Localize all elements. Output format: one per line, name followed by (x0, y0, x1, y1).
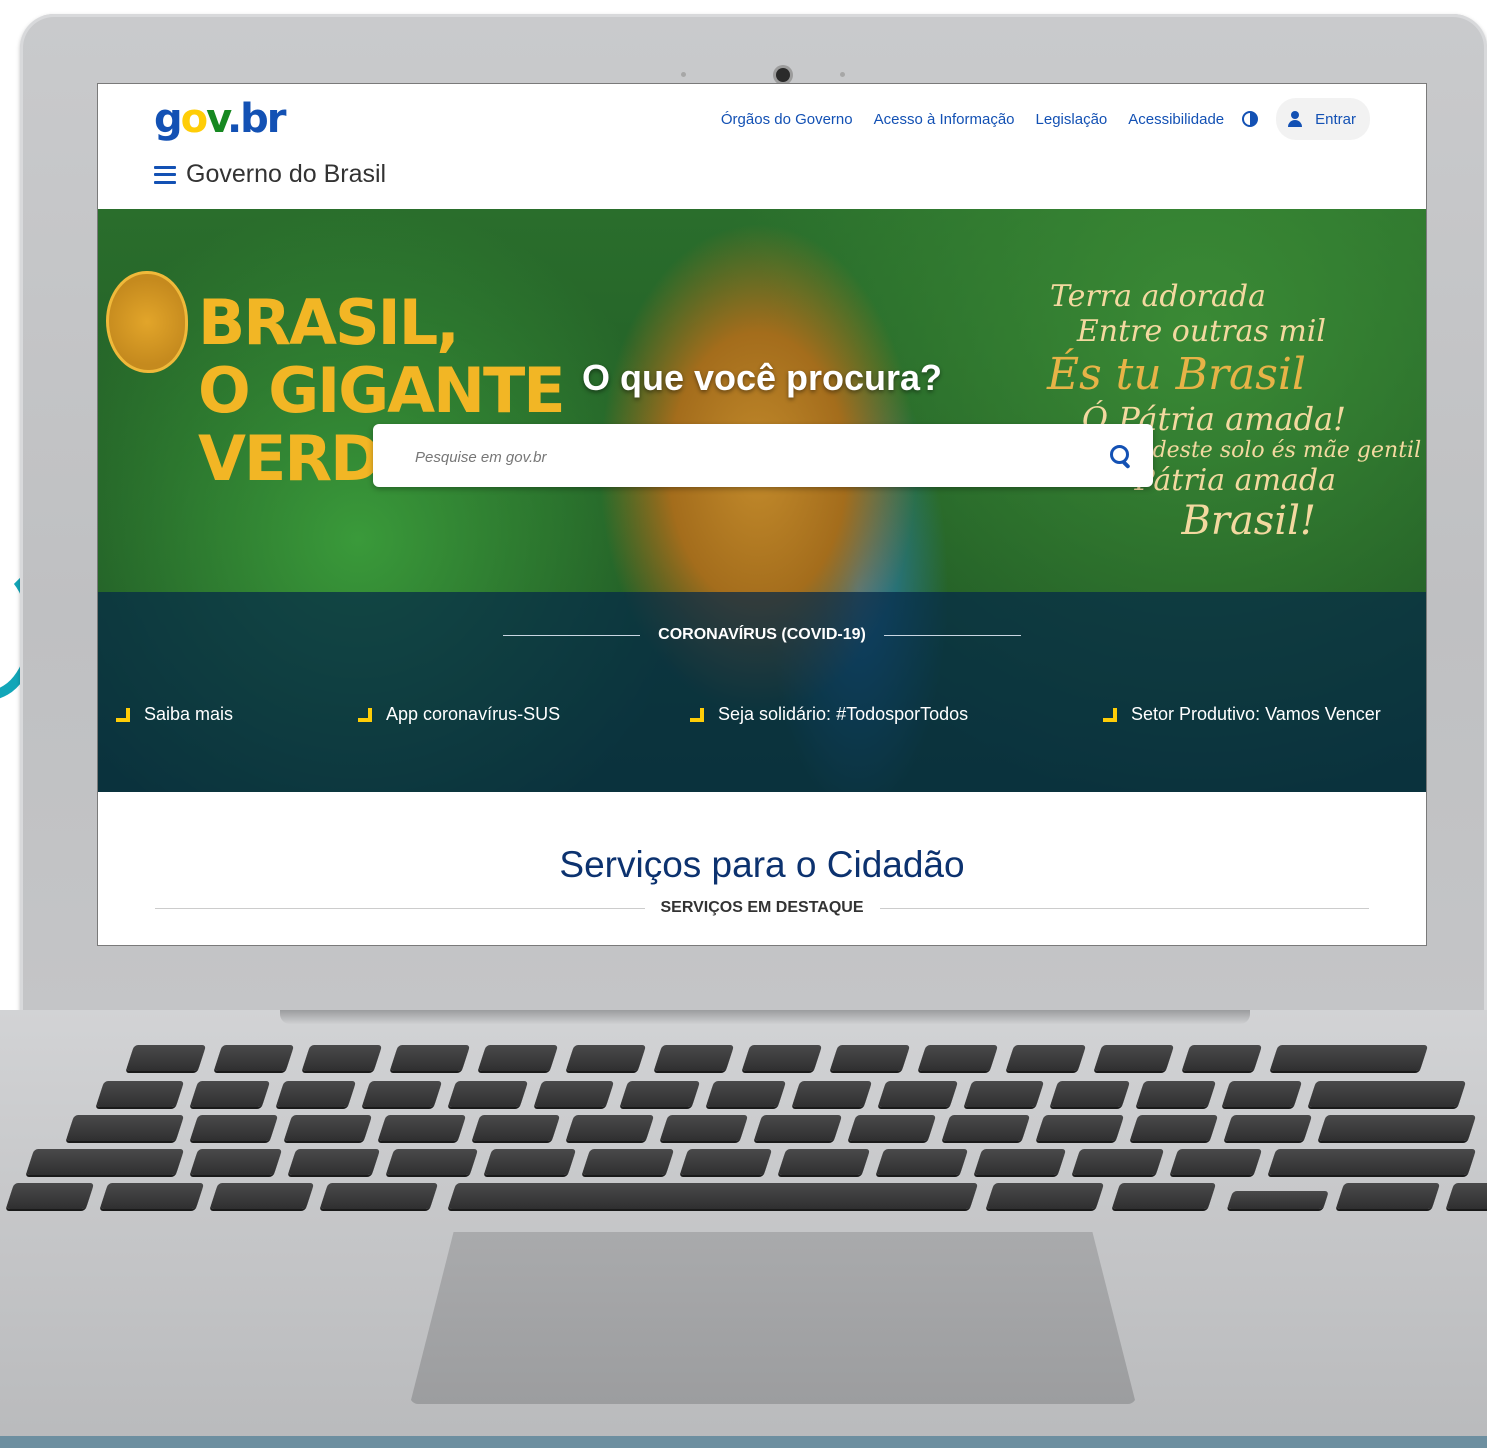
covid-link-seja-solidario[interactable]: Seja solidário: #TodosporTodos (690, 704, 968, 725)
login-label: Entrar (1315, 110, 1356, 128)
poem-line: Terra adorada (1049, 279, 1266, 314)
search-heading: O que você procura? (581, 357, 943, 398)
hamburger-menu-icon[interactable] (154, 165, 176, 184)
logo-letter-o: o (180, 96, 209, 142)
covid-link-saiba-mais[interactable]: Saiba mais (116, 704, 233, 725)
link-acessibilidade[interactable]: Acessibilidade (1128, 111, 1224, 128)
camera-sensor-icon (840, 72, 845, 77)
link-legislacao[interactable]: Legislação (1036, 111, 1108, 128)
user-icon (1288, 111, 1303, 127)
divider (503, 634, 641, 636)
covid-title-row: CORONAVÍRUS (COVID-19) (503, 626, 1021, 644)
covid-bar: CORONAVÍRUS (COVID-19) Saiba mais App co… (98, 592, 1426, 792)
site-title: Governo do Brasil (186, 160, 387, 188)
contrast-toggle-icon[interactable] (1242, 111, 1259, 127)
covid-link-label: Seja solidário: #TodosporTodos (718, 704, 969, 724)
services-subtitle: SERVIÇOS EM DESTAQUE (660, 899, 864, 916)
main-menu-toggle[interactable]: Governo do Brasil (154, 160, 386, 189)
services-subtitle-row: SERVIÇOS EM DESTAQUE (155, 899, 1369, 917)
login-button[interactable]: Entrar (1276, 98, 1370, 140)
covid-link-label: Saiba mais (144, 704, 234, 724)
camera-sensor-icon (681, 72, 686, 77)
corner-marker-icon (116, 707, 130, 722)
laptop-base-edge (0, 1436, 1487, 1448)
top-nav: Órgãos do Governo Acesso à Informação Le… (700, 98, 1370, 140)
covid-link-setor-produtivo[interactable]: Setor Produtivo: Vamos Vencer (1103, 704, 1381, 725)
laptop-hinge (280, 1010, 1250, 1024)
poem-line: Entre outras mil (1076, 314, 1326, 349)
site-header: gov.br Governo do Brasil Órgãos do Gover… (98, 84, 1426, 209)
keyboard (5, 1035, 1487, 1220)
logo-letter-g: g (154, 96, 183, 142)
search-button[interactable] (1107, 442, 1135, 470)
covid-title: CORONAVÍRUS (COVID-19) (658, 626, 866, 643)
search-input[interactable] (413, 442, 1077, 472)
covid-link-app-sus[interactable]: App coronavírus-SUS (358, 704, 560, 725)
divider (883, 634, 1021, 636)
logo-letter-v: v (206, 96, 229, 142)
covid-link-label: Setor Produtivo: Vamos Vencer (1131, 704, 1381, 724)
link-acesso-a-informacao[interactable]: Acesso à Informação (874, 111, 1015, 128)
logo-suffix-br: .br (226, 96, 287, 142)
services-title: Serviços para o Cidadão (559, 844, 965, 885)
anthem-poem: Terra adorada Entre outras mil És tu Bra… (1036, 279, 1421, 544)
corner-marker-icon (690, 707, 704, 722)
divider (879, 907, 1369, 909)
browser-screen: gov.br Governo do Brasil Órgãos do Gover… (98, 84, 1426, 945)
banner-art-line: BRASIL, (198, 286, 460, 359)
covid-links: Saiba mais App coronavírus-SUS Seja soli… (98, 704, 1426, 732)
webcam-icon (776, 68, 790, 82)
services-section: Serviços para o Cidadão SERVIÇOS EM DEST… (98, 792, 1426, 945)
trackpad (410, 1232, 1136, 1404)
corner-marker-icon (1103, 707, 1117, 722)
covid-link-label: App coronavírus-SUS (386, 704, 561, 724)
poem-line: Brasil! (1181, 498, 1316, 544)
search-box (373, 424, 1153, 487)
link-orgaos-do-governo[interactable]: Órgãos do Governo (721, 111, 853, 128)
govbr-logo[interactable]: gov.br (154, 96, 287, 142)
divider (155, 907, 645, 909)
hero-banner: BRASIL, O GIGANTE VERDE Terra adorada En… (98, 209, 1426, 792)
corner-marker-icon (358, 707, 372, 722)
